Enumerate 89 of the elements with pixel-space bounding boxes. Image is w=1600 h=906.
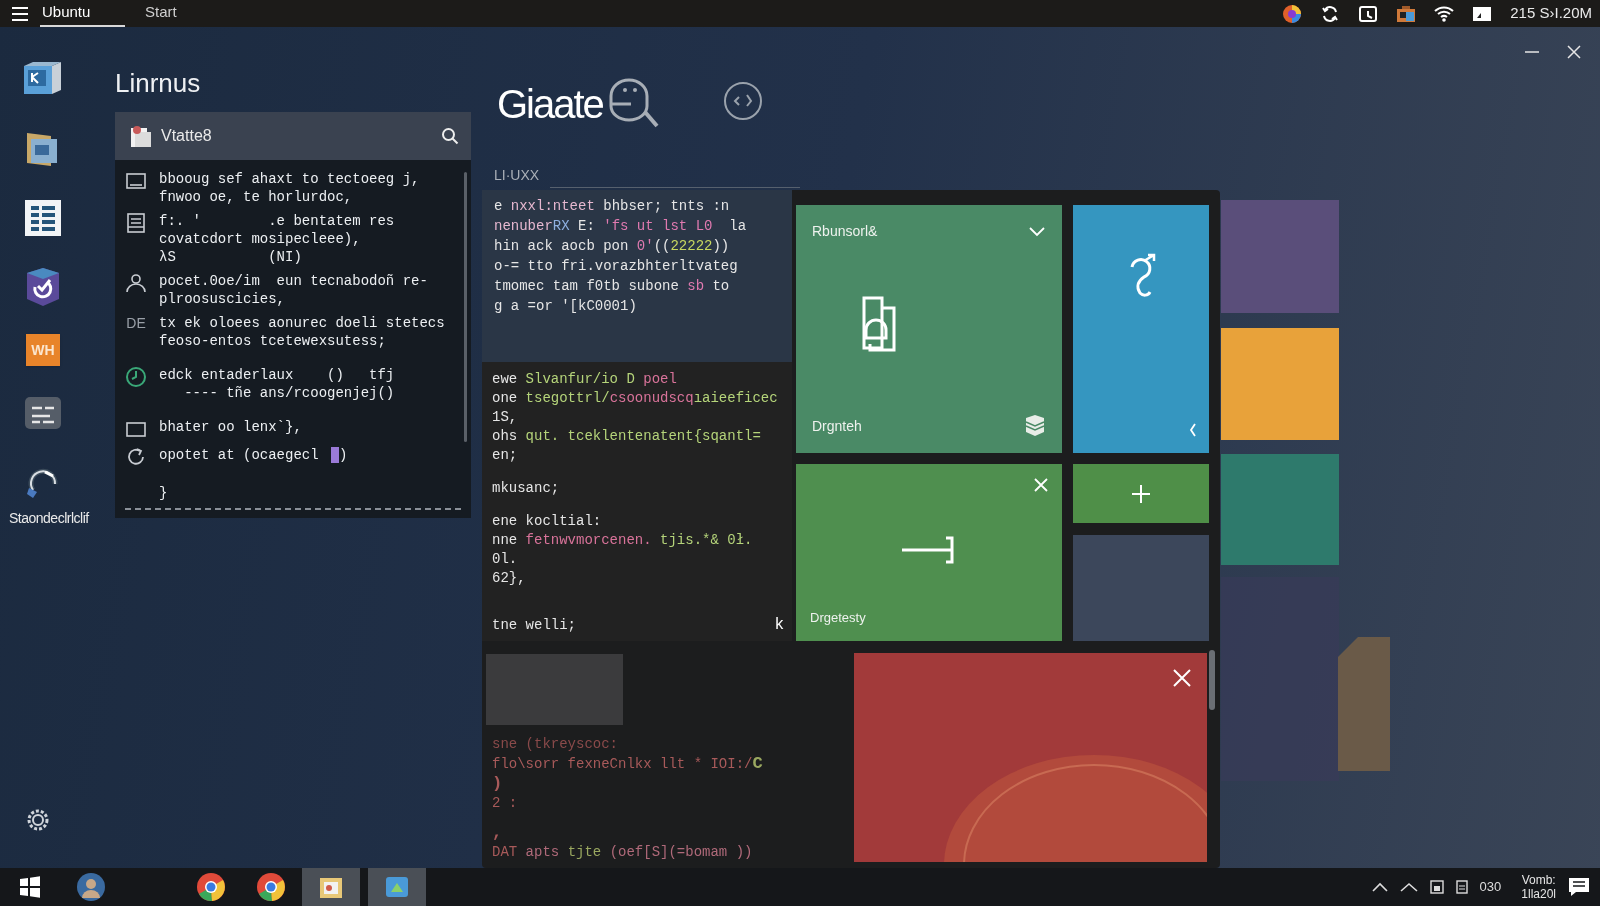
logo: Giaate: [497, 81, 603, 128]
wifi-icon[interactable]: [1434, 3, 1455, 24]
close-icon[interactable]: [1566, 44, 1582, 60]
scrollbar[interactable]: [464, 172, 467, 442]
document-icon: [125, 212, 147, 234]
code-line: edck entaderlaux () tfj: [159, 366, 395, 384]
chevron-up-icon[interactable]: [1399, 882, 1418, 892]
tile[interactable]: Rbunsorl& Drgnteh: [796, 205, 1062, 453]
avatar-icon: [76, 872, 106, 902]
code-line: 2 :: [492, 794, 519, 813]
line-bracket-icon: [902, 536, 956, 564]
tile[interactable]: [1073, 535, 1209, 641]
code-line: 1S,: [492, 408, 519, 427]
code-line: ,: [492, 823, 504, 843]
app-logo[interactable]: WH: [26, 334, 60, 366]
tab[interactable]: Ubuntu: [40, 0, 125, 27]
tile-title: Rbunsorl&: [812, 222, 878, 241]
clock: 215 S›I.20M: [1510, 3, 1592, 24]
briefcase-icon[interactable]: [1396, 3, 1417, 24]
code-line: }: [159, 484, 168, 502]
code-line: λS (NI): [159, 248, 302, 266]
section-label: LI·UXX: [494, 166, 540, 185]
tab[interactable]: Start: [125, 0, 215, 27]
tile[interactable]: [854, 653, 1207, 862]
clock: 1lla20l: [1521, 887, 1556, 901]
code-line: o-= tto fri.vorazbhterltvateg: [494, 257, 739, 276]
code-icon[interactable]: [723, 81, 763, 121]
code-line: bhater oo lenx`},: [159, 418, 302, 436]
code-line: ene kocltial:: [492, 512, 603, 531]
code-line: ): [492, 774, 504, 794]
globe-icon[interactable]: [1282, 3, 1303, 24]
dock-label: Staondeclrlclif: [9, 509, 89, 528]
tile-caption: Drgnteh: [812, 417, 862, 436]
code-line: ): [339, 446, 348, 464]
menu-icon[interactable]: [12, 6, 28, 21]
code-line: flo\sorr fexneCnlkx llt * IOI:/C: [492, 754, 764, 774]
chevron-down-icon[interactable]: [1028, 225, 1046, 238]
scrollbar[interactable]: [1209, 650, 1215, 710]
code-line: mkusanc;: [492, 479, 561, 498]
tray-label: 030: [1479, 878, 1502, 897]
code-line: ewe Slvanfur/io D poel: [492, 370, 678, 389]
clock: Vomb:: [1521, 873, 1556, 887]
code-line: feoso-entos tcetewexsutess;: [159, 332, 386, 350]
code-line: opotet at (ocaegecl: [159, 446, 320, 464]
code-line: 0l.: [492, 550, 519, 569]
chevron-up-icon[interactable]: [1371, 882, 1388, 892]
code-line: f:. ' .e bentatem res: [159, 212, 395, 230]
code-line: tx ek oloees aonurec doeli stetecs: [159, 314, 445, 332]
notification-icon[interactable]: [1568, 877, 1590, 897]
panel-title: Linrnus: [115, 67, 201, 100]
code-line: ohs qut. tceklentenatent{sqantl=: [492, 427, 762, 446]
monitor-icon: [125, 170, 147, 192]
code-line: sne (tkreyscoc:: [492, 735, 620, 754]
code-line: ---- tñe ans/rcoogenjej(): [183, 384, 395, 402]
code-line: plroosuscicies,: [159, 290, 286, 308]
code-line: bbooug sef ahaxt to tectoeeg j,: [159, 170, 420, 188]
plus-icon: [1131, 483, 1151, 504]
taskbar-button[interactable]: [302, 868, 360, 906]
browser-icon: [196, 872, 226, 902]
tile[interactable]: [1073, 464, 1209, 523]
refresh-icon[interactable]: [1320, 3, 1341, 24]
search-icon[interactable]: [441, 127, 459, 145]
code-line: nne fetnwvmorcenen. tjis.*& 0ł.: [492, 531, 754, 550]
code-line: one tsegottrl/csoonudscqıaieeficec: [492, 389, 779, 408]
code-line: hin ack aocb pon 0'((22222)): [494, 237, 731, 256]
code-line: pocet.0oe/im eun tecnabodoñ re-: [159, 272, 428, 290]
browser-icon: [256, 872, 286, 902]
refresh-icon: [125, 446, 147, 468]
code-line: covatcdort mosipecleee),: [159, 230, 361, 248]
tile-caption: Drgetesty: [810, 608, 867, 627]
code-glyph: k: [774, 616, 784, 635]
clock-icon: [125, 366, 147, 388]
tile[interactable]: Drgetesty: [796, 464, 1062, 641]
panel-name: Vtatte8: [161, 126, 212, 146]
code-line: 62},: [492, 569, 527, 588]
chevron-left-icon[interactable]: [1189, 423, 1197, 437]
code-line: tmomec tam f0tb subone sb to: [494, 277, 731, 296]
code-line: fnwoo oe, te horlurdoc,: [159, 188, 353, 206]
screen-icon[interactable]: [1358, 3, 1379, 24]
layers-icon: [1024, 413, 1046, 437]
code-line: nenuberRX E: 'fs ut lst L0 la: [494, 217, 748, 236]
tile[interactable]: [1073, 205, 1209, 453]
code-line: tne welli;: [492, 616, 576, 635]
user-icon: [125, 272, 147, 294]
code-line: g a =or '[kC0001): [494, 297, 638, 316]
code-line: DAT apts tjte (oef[S](=bomam )): [492, 843, 754, 862]
code-line: en;: [492, 446, 519, 465]
row-icon-label: DE: [126, 314, 146, 333]
code-line: e nxxl:nteet bhbser; tnts :n: [494, 197, 731, 216]
